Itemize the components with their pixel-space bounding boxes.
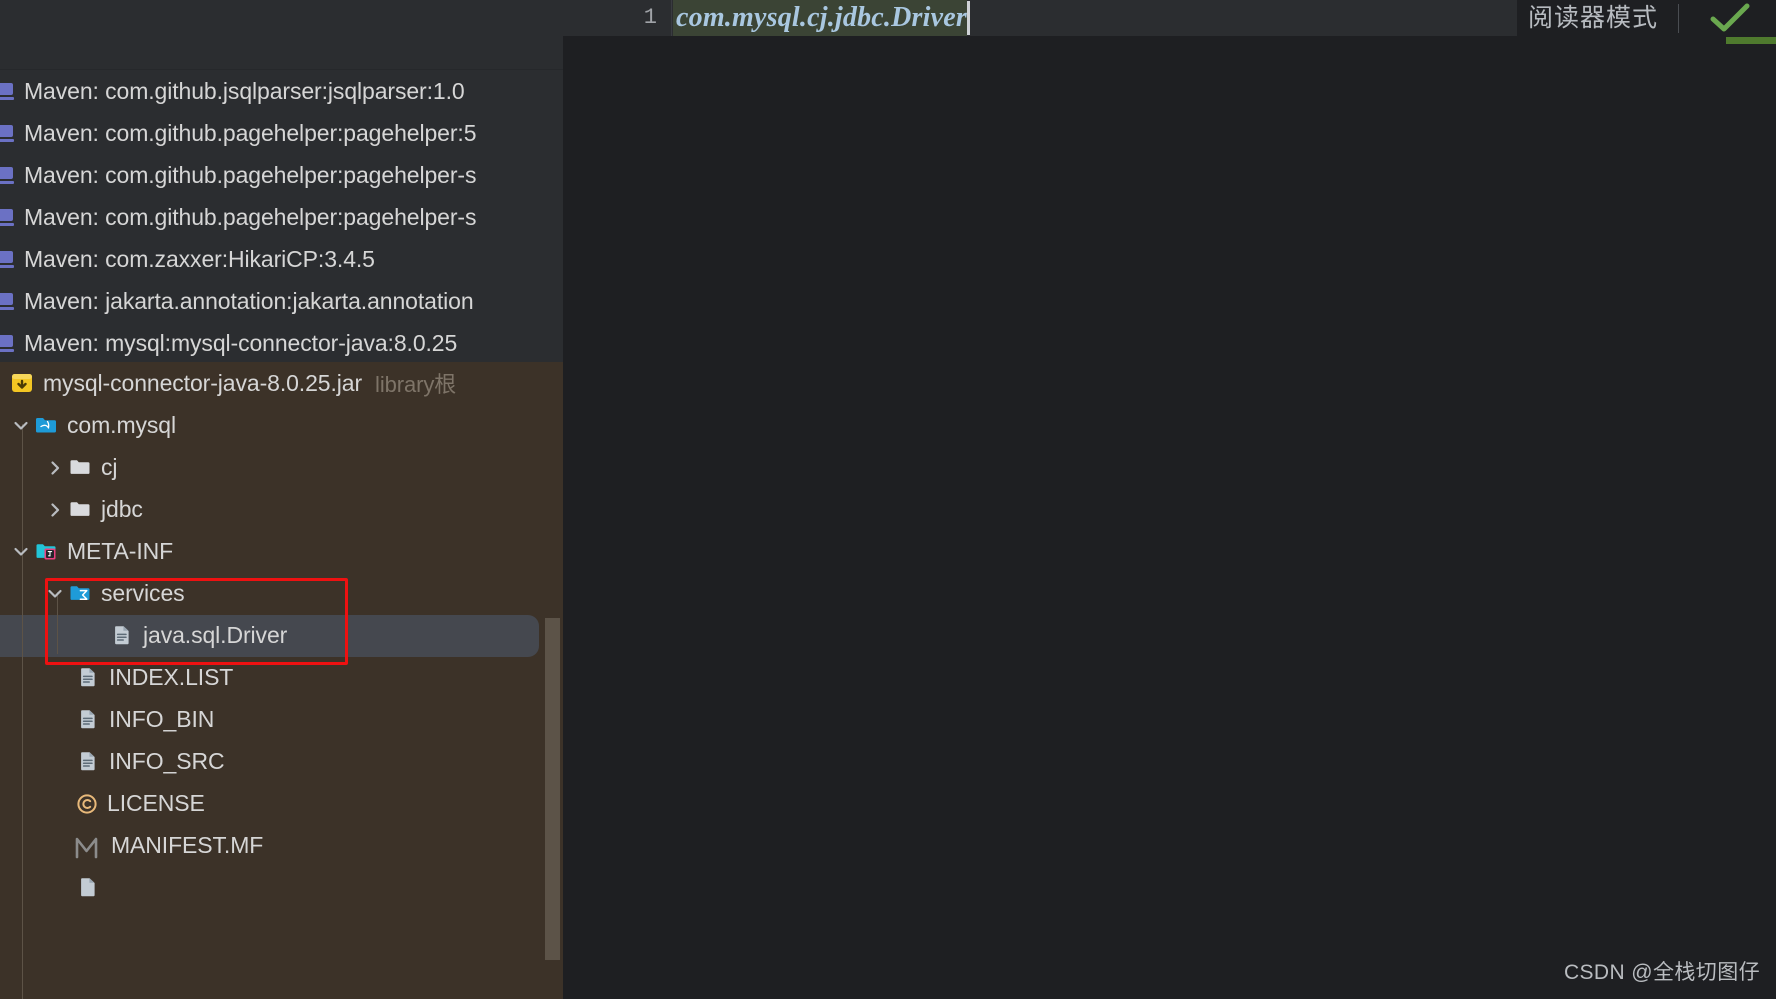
editor-area: 1 com.mysql.cj.jdbc.Driver 阅读器模式 CSDN @全… bbox=[563, 0, 1776, 999]
folder-services-icon bbox=[68, 581, 92, 605]
inspection-severity-bar bbox=[1726, 37, 1776, 44]
list-item[interactable]: Maven: com.github.pagehelper:pagehelper-… bbox=[0, 196, 563, 238]
screen-root: Maven: com.github.jsqlparser:jsqlparser:… bbox=[0, 0, 1776, 999]
library-icon bbox=[0, 333, 15, 353]
jar-label: mysql-connector-java-8.0.25.jar bbox=[43, 369, 363, 396]
tree-label: cj bbox=[101, 453, 118, 480]
tree-label: com.mysql bbox=[67, 411, 177, 438]
vertical-scrollbar[interactable] bbox=[545, 618, 560, 960]
maven-dependency-label: Maven: com.github.pagehelper:pagehelper:… bbox=[24, 119, 477, 146]
list-item[interactable]: Maven: jakarta.annotation:jakarta.annota… bbox=[0, 280, 563, 322]
tree-row-meta-inf[interactable]: META-INF bbox=[0, 530, 563, 572]
maven-dependencies-list: Maven: com.github.jsqlparser:jsqlparser:… bbox=[0, 70, 563, 364]
file-icon bbox=[76, 707, 100, 731]
tree-row-license[interactable]: LICENSE bbox=[0, 782, 563, 824]
tree-row-index-list[interactable]: INDEX.LIST bbox=[0, 656, 563, 698]
file-icon bbox=[76, 749, 100, 773]
jar-archive-icon bbox=[10, 371, 34, 395]
tree-row-partial[interactable] bbox=[0, 866, 563, 908]
line-number: 1 bbox=[643, 5, 657, 30]
chevron-down-icon[interactable] bbox=[42, 572, 68, 614]
library-icon bbox=[0, 81, 15, 101]
folder-icon bbox=[68, 497, 92, 521]
chevron-right-icon[interactable] bbox=[42, 446, 68, 488]
library-icon bbox=[0, 249, 15, 269]
project-panel-header bbox=[0, 0, 563, 70]
tree-row-services[interactable]: services bbox=[0, 572, 563, 614]
library-icon bbox=[0, 165, 15, 185]
library-icon bbox=[0, 123, 15, 143]
library-root-note: library根 bbox=[375, 372, 457, 397]
maven-dependency-label: Maven: com.github.pagehelper:pagehelper-… bbox=[24, 161, 477, 188]
inspection-ok-checkmark-icon[interactable] bbox=[1706, 1, 1754, 35]
editor-gutter: 1 bbox=[563, 0, 672, 36]
library-icon bbox=[0, 291, 15, 311]
reader-mode-label[interactable]: 阅读器模式 bbox=[1528, 0, 1658, 36]
maven-dependency-label: Maven: com.github.jsqlparser:jsqlparser:… bbox=[24, 77, 465, 104]
copyright-icon bbox=[74, 791, 98, 815]
tree-row-jdbc[interactable]: jdbc bbox=[0, 488, 563, 530]
tree-label: java.sql.Driver bbox=[143, 621, 288, 648]
folder-meta-inf-icon bbox=[34, 539, 58, 563]
tree-row-cj[interactable]: cj bbox=[0, 446, 563, 488]
tree-label: services bbox=[101, 579, 185, 606]
list-item[interactable]: Maven: com.zaxxer:HikariCP:3.4.5 bbox=[0, 238, 563, 280]
tree-label: MANIFEST.MF bbox=[111, 831, 264, 858]
chevron-right-icon[interactable] bbox=[42, 488, 68, 530]
code-line-1[interactable]: com.mysql.cj.jdbc.Driver bbox=[673, 0, 970, 36]
folder-icon bbox=[68, 455, 92, 479]
list-item[interactable]: Maven: com.github.pagehelper:pagehelper-… bbox=[0, 154, 563, 196]
tree-row-manifest-mf[interactable]: MANIFEST.MF bbox=[0, 824, 563, 866]
project-tool-window: Maven: com.github.jsqlparser:jsqlparser:… bbox=[0, 0, 563, 999]
file-icon bbox=[76, 875, 100, 899]
text-caret bbox=[966, 1, 970, 35]
maven-dependency-label: Maven: jakarta.annotation:jakarta.annota… bbox=[24, 287, 474, 314]
tree-row-java-sql-driver[interactable]: java.sql.Driver bbox=[0, 614, 563, 656]
tree-label: LICENSE bbox=[107, 789, 205, 816]
list-item[interactable]: Maven: com.github.pagehelper:pagehelper:… bbox=[0, 112, 563, 154]
tree-label: META-INF bbox=[67, 537, 174, 564]
tree-label: jdbc bbox=[101, 495, 143, 522]
file-icon bbox=[76, 665, 100, 689]
toolbar-divider bbox=[1678, 4, 1679, 33]
file-icon bbox=[110, 623, 134, 647]
maven-dependency-label: Maven: mysql:mysql-connector-java:8.0.25 bbox=[24, 329, 458, 356]
tree-row-jar[interactable]: mysql-connector-java-8.0.25.jar library根 bbox=[0, 362, 563, 404]
tree-label: INFO_BIN bbox=[109, 705, 215, 732]
chevron-down-icon[interactable] bbox=[8, 530, 34, 572]
package-mysql-icon bbox=[34, 413, 58, 437]
tree-row-info-bin[interactable]: INFO_BIN bbox=[0, 698, 563, 740]
library-tree-region: mysql-connector-java-8.0.25.jar library根… bbox=[0, 362, 563, 999]
code-text: com.mysql.cj.jdbc.Driver bbox=[673, 0, 967, 36]
maven-dependency-label: Maven: com.github.pagehelper:pagehelper-… bbox=[24, 203, 477, 230]
tree-row-info-src[interactable]: INFO_SRC bbox=[0, 740, 563, 782]
chevron-down-icon[interactable] bbox=[8, 404, 34, 446]
list-item[interactable]: Maven: mysql:mysql-connector-java:8.0.25 bbox=[0, 322, 563, 364]
tree-label: INDEX.LIST bbox=[109, 663, 234, 690]
list-item[interactable]: Maven: com.github.jsqlparser:jsqlparser:… bbox=[0, 70, 563, 112]
csdn-watermark: CSDN @全栈切图仔 bbox=[1563, 961, 1760, 984]
maven-dependency-label: Maven: com.zaxxer:HikariCP:3.4.5 bbox=[24, 245, 375, 272]
tree-row-com-mysql[interactable]: com.mysql bbox=[0, 404, 563, 446]
tree-label: INFO_SRC bbox=[109, 747, 225, 774]
manifest-icon bbox=[72, 833, 102, 859]
library-icon bbox=[0, 207, 15, 227]
